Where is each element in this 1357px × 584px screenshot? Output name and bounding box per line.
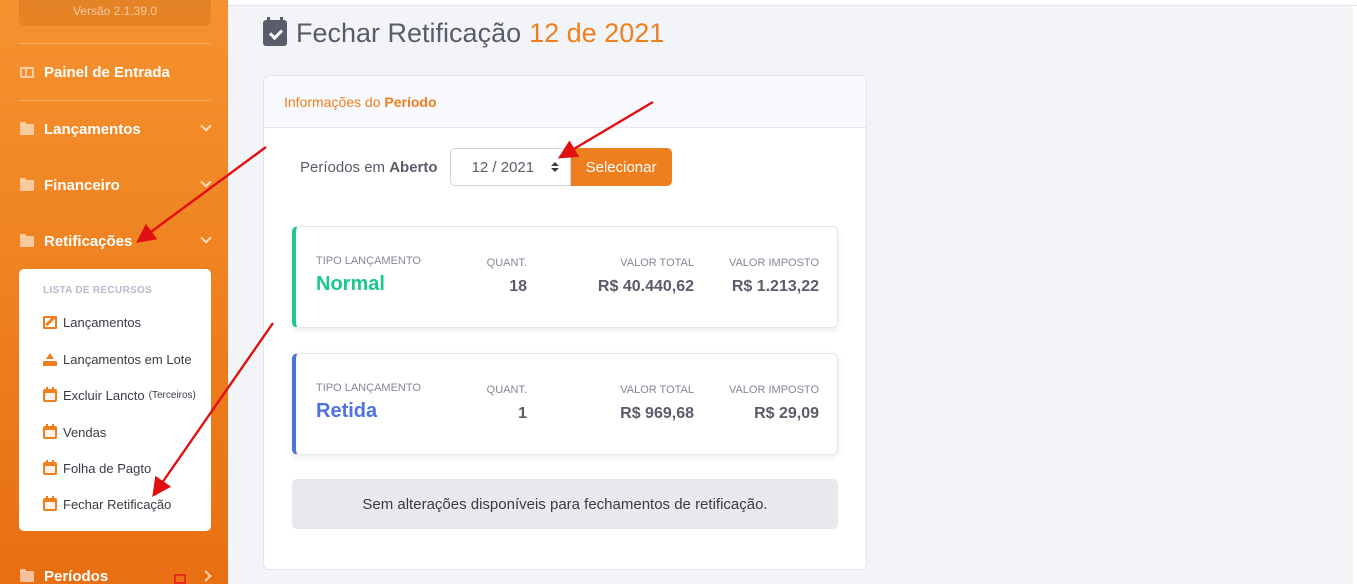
sidebar-item-financeiro[interactable]: Financeiro — [20, 170, 216, 200]
sidebar-item-periodos[interactable]: Períodos — [20, 561, 216, 584]
summary-imposto-label: VALOR IMPOSTO — [728, 257, 819, 269]
edit-icon — [43, 315, 57, 329]
summary-quant: QUANT. 1 — [487, 384, 527, 423]
summary-imposto: VALOR IMPOSTO R$ 1.213,22 — [729, 257, 819, 296]
topbar — [228, 0, 1357, 6]
period-selector-row: Períodos em Aberto 12 / 2021 Selecionar — [300, 148, 672, 186]
calendar-plus-icon — [43, 423, 57, 439]
calendar-x-icon — [43, 386, 57, 402]
sidebar-divider — [19, 100, 211, 101]
chevron-right-icon — [200, 570, 212, 582]
period-info-card: Informações do Período Períodos em Abert… — [263, 75, 867, 570]
sidebar-item-label: Períodos — [44, 567, 109, 584]
select-button[interactable]: Selecionar — [570, 148, 672, 186]
panel-icon — [20, 66, 34, 78]
submenu-item-lancamentos-em-lote[interactable]: Lançamentos em Lote — [43, 348, 192, 370]
sidebar-divider — [19, 43, 211, 44]
period-label-bold: Aberto — [389, 158, 438, 176]
summary-tipo-label: TIPO LANÇAMENTO — [316, 382, 421, 394]
summary-tipo-value: Retida — [316, 400, 378, 422]
page-title-period: 12 de 2021 — [529, 17, 665, 48]
period-label: Períodos em Aberto — [300, 159, 438, 176]
submenu-item-label: Excluir Lancto — [63, 387, 145, 403]
sidebar-item-painel-de-entrada[interactable]: Painel de Entrada — [20, 57, 216, 87]
summary-total: VALOR TOTAL R$ 40.440,62 — [598, 257, 694, 296]
summary-total-label: VALOR TOTAL — [620, 384, 694, 396]
folder-icon — [20, 233, 34, 247]
summary-tipo: TIPO LANÇAMENTO Retida — [316, 382, 421, 423]
card-header-prefix: Informações do — [284, 94, 381, 110]
submenu-heading: LISTA DE RECURSOS — [43, 285, 152, 296]
submenu-item-label: Fechar Retificação — [63, 496, 172, 512]
chevron-down-icon — [200, 120, 212, 132]
period-select-value: 12 / 2021 — [471, 158, 535, 176]
submenu-item-suffix: (Terceiros) — [148, 389, 196, 401]
summary-tipo-label: TIPO LANÇAMENTO — [316, 255, 421, 267]
sidebar-item-retificacoes[interactable]: Retificações — [20, 226, 216, 256]
sidebar-item-label: Lançamentos — [44, 120, 141, 138]
submenu-item-label: Lançamentos em Lote — [63, 351, 192, 367]
sidebar-item-label: Financeiro — [44, 176, 120, 194]
page-title: Fechar Retificação 12 de 2021 — [263, 16, 664, 50]
summary-quant-label: QUANT. — [486, 384, 527, 396]
info-alert: Sem alterações disponíveis para fechamen… — [292, 479, 838, 529]
summary-tipo: TIPO LANÇAMENTO Normal — [316, 255, 421, 296]
summary-total-label: VALOR TOTAL — [620, 257, 694, 269]
summary-total: VALOR TOTAL R$ 969,68 — [620, 384, 694, 423]
summary-imposto-value: R$ 1.213,22 — [731, 278, 819, 295]
summary-card-normal: TIPO LANÇAMENTO Normal QUANT. 18 VALOR T… — [292, 226, 838, 328]
chevron-down-icon — [200, 176, 212, 188]
summary-quant: QUANT. 18 — [487, 257, 527, 296]
summary-imposto-value: R$ 29,09 — [754, 405, 819, 422]
scrollbar[interactable] — [1353, 6, 1357, 584]
submenu-item-excluir-lancto[interactable]: Excluir Lancto (Terceiros) — [43, 384, 196, 406]
chevron-down-icon — [200, 232, 212, 244]
folder-icon — [20, 121, 34, 135]
summary-imposto: VALOR IMPOSTO R$ 29,09 — [729, 384, 819, 423]
period-label-prefix: Períodos em — [300, 158, 386, 176]
calendar-check-icon — [263, 17, 287, 46]
version-label: Versão 2.1.39.0 — [19, 0, 211, 26]
period-select[interactable]: 12 / 2021 — [449, 148, 571, 186]
submenu-item-fechar-retificacao[interactable]: Fechar Retificação — [43, 493, 171, 515]
card-header-bold: Período — [384, 94, 437, 110]
summary-quant-label: QUANT. — [486, 257, 527, 269]
page-title-text: Fechar Retificação — [296, 17, 522, 48]
summary-imposto-label: VALOR IMPOSTO — [728, 384, 819, 396]
sidebar-item-label: Painel de Entrada — [44, 63, 170, 81]
calendar-plus-icon — [43, 459, 57, 475]
summary-quant-value: 18 — [509, 278, 527, 295]
sidebar-item-lancamentos[interactable]: Lançamentos — [20, 114, 216, 144]
sitemap-icon — [174, 574, 186, 584]
submenu-item-label: Folha de Pagto — [63, 460, 152, 476]
submenu-item-folha-de-pagto[interactable]: Folha de Pagto — [43, 457, 151, 479]
submenu-item-lancamentos[interactable]: Lançamentos — [43, 311, 141, 333]
folder-icon — [20, 568, 34, 582]
card-header: Informações do Período — [264, 76, 866, 128]
summary-total-value: R$ 40.440,62 — [597, 278, 694, 295]
submenu-item-label: Lançamentos — [63, 314, 142, 330]
submenu-item-vendas[interactable]: Vendas — [43, 421, 106, 443]
summary-quant-value: 1 — [518, 405, 527, 422]
summary-total-value: R$ 969,68 — [620, 405, 694, 422]
sidebar: Versão 2.1.39.0 Painel de Entrada Lançam… — [0, 0, 228, 584]
summary-tipo-value: Normal — [316, 273, 385, 295]
sort-icon — [550, 162, 559, 172]
upload-icon — [43, 352, 57, 366]
sidebar-item-label: Retificações — [44, 232, 133, 250]
summary-card-retida: TIPO LANÇAMENTO Retida QUANT. 1 VALOR TO… — [292, 353, 838, 455]
calendar-check-icon — [43, 495, 57, 511]
submenu-item-label: Vendas — [63, 424, 107, 440]
folder-icon — [20, 177, 34, 191]
retificacoes-submenu: LISTA DE RECURSOS Lançamentos Lançamento… — [19, 269, 211, 531]
